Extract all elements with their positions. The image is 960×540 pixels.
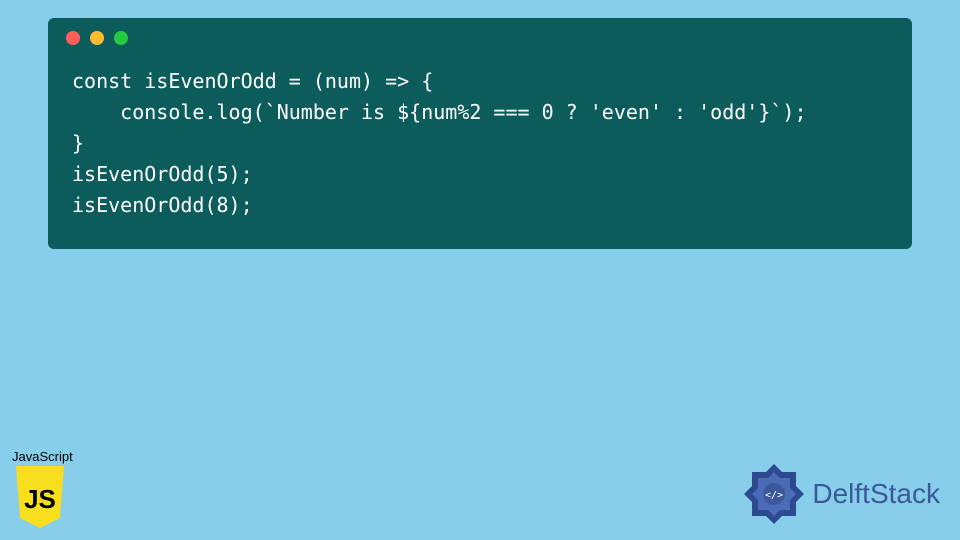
- javascript-shield-icon: JS: [12, 466, 68, 528]
- brand-mark-icon: </>: [742, 462, 806, 526]
- javascript-badge: JavaScript JS: [12, 449, 73, 528]
- maximize-icon[interactable]: [114, 31, 128, 45]
- svg-text:</>: </>: [765, 490, 783, 501]
- brand-name: DelftStack: [812, 478, 940, 510]
- code-line: const isEvenOrOdd = (num) => {: [72, 69, 433, 93]
- code-line: console.log(`Number is ${num%2 === 0 ? '…: [72, 100, 807, 124]
- close-icon[interactable]: [66, 31, 80, 45]
- code-window: const isEvenOrOdd = (num) => { console.l…: [48, 18, 912, 249]
- window-titlebar: [48, 18, 912, 58]
- code-block: const isEvenOrOdd = (num) => { console.l…: [48, 58, 912, 229]
- code-line: }: [72, 131, 84, 155]
- minimize-icon[interactable]: [90, 31, 104, 45]
- javascript-label: JavaScript: [12, 449, 73, 464]
- shield-text: JS: [24, 484, 56, 514]
- code-line: isEvenOrOdd(5);: [72, 162, 253, 186]
- brand-logo: </> DelftStack: [742, 462, 940, 526]
- code-line: isEvenOrOdd(8);: [72, 193, 253, 217]
